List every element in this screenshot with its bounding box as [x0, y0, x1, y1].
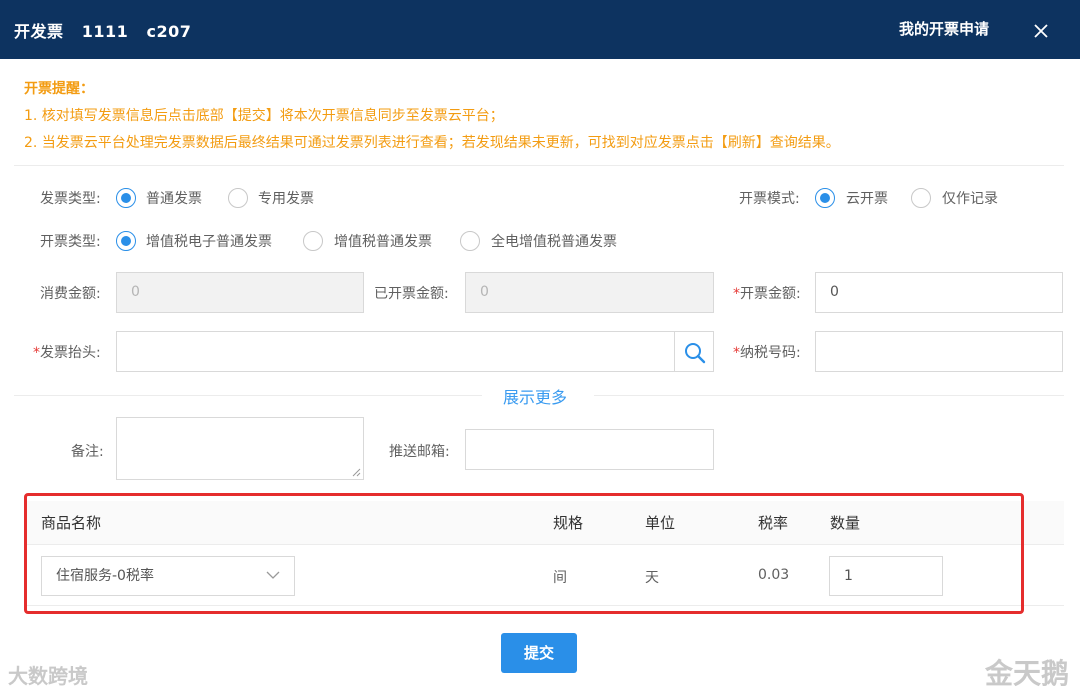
radio-cloud-invoice[interactable] — [815, 188, 835, 208]
resize-grip-icon[interactable] — [352, 468, 361, 477]
watermark-right: 金天鹅 — [985, 657, 1070, 690]
radio-record-only[interactable] — [911, 188, 931, 208]
show-more-link[interactable]: 展示更多 — [503, 384, 567, 408]
option-special-invoice[interactable]: 专用发票 — [258, 188, 314, 208]
radio-normal-invoice[interactable] — [116, 188, 136, 208]
remark-textarea[interactable] — [116, 417, 364, 480]
radio-special-invoice[interactable] — [228, 188, 248, 208]
invoice-amount-label: *开票金额: — [733, 286, 801, 302]
search-icon — [685, 343, 706, 364]
consume-amount-input[interactable]: 0 — [116, 272, 364, 313]
option-vat-e-normal[interactable]: 增值税电子普通发票 — [146, 231, 272, 251]
close-icon[interactable] — [1032, 22, 1050, 40]
highlight-box — [24, 493, 1024, 614]
option-cloud-invoice[interactable]: 云开票 — [846, 188, 888, 208]
email-label: 推送邮箱: — [389, 444, 450, 460]
divider — [14, 165, 1064, 166]
option-vat-normal[interactable]: 增值税普通发票 — [334, 231, 432, 251]
search-button[interactable] — [674, 331, 714, 372]
invoice-amount-input[interactable]: 0 — [815, 272, 1063, 313]
issued-amount-label: 已开票金额: — [374, 286, 449, 302]
option-record-only[interactable]: 仅作记录 — [942, 188, 998, 208]
radio-vat-normal[interactable] — [303, 231, 323, 251]
radio-vat-e-normal[interactable] — [116, 231, 136, 251]
email-input[interactable] — [465, 429, 714, 470]
notice-title: 开票提醒： — [24, 81, 94, 97]
mode-label: 开票模式: — [739, 191, 800, 207]
submit-button[interactable]: 提交 — [501, 633, 577, 673]
issued-amount-input[interactable]: 0 — [465, 272, 714, 313]
tax-number-input[interactable] — [815, 331, 1063, 372]
invoice-amount-label-text: 开票金额: — [740, 286, 801, 302]
invoice-kind-label: 开票类型: — [40, 234, 101, 250]
consume-amount-label: 消费金额: — [40, 286, 101, 302]
notice-line-2: 2. 当发票云平台处理完发票数据后最终结果可通过发票列表进行查看；若发现结果未更… — [24, 135, 840, 151]
divider-right — [594, 395, 1064, 396]
my-invoice-requests-link[interactable]: 我的开票申请 — [899, 18, 989, 39]
dialog-header: 开发票 1111 c207 我的开票申请 — [0, 0, 1080, 59]
divider-left — [14, 395, 482, 396]
invoice-type-label: 发票类型: — [40, 191, 101, 207]
notice-line-1: 1. 核对填写发票信息后点击底部【提交】将本次开票信息同步至发票云平台； — [24, 108, 504, 124]
radio-full-e-vat-normal[interactable] — [460, 231, 480, 251]
option-normal-invoice[interactable]: 普通发票 — [146, 188, 202, 208]
invoice-notice: 开票提醒： 1. 核对填写发票信息后点击底部【提交】将本次开票信息同步至发票云平… — [24, 76, 840, 157]
tax-number-label-text: 纳税号码: — [740, 345, 801, 361]
option-full-e-vat-normal[interactable]: 全电增值税普通发票 — [491, 231, 617, 251]
invoice-title-label-text: 发票抬头: — [40, 345, 101, 361]
watermark-left: 大数跨境 — [8, 664, 88, 688]
dialog-title: 开发票 1111 c207 — [14, 22, 192, 41]
invoice-title-label: *发票抬头: — [33, 345, 101, 361]
tax-number-label: *纳税号码: — [733, 345, 801, 361]
remark-label: 备注: — [71, 444, 104, 460]
invoice-title-input[interactable] — [116, 331, 675, 372]
